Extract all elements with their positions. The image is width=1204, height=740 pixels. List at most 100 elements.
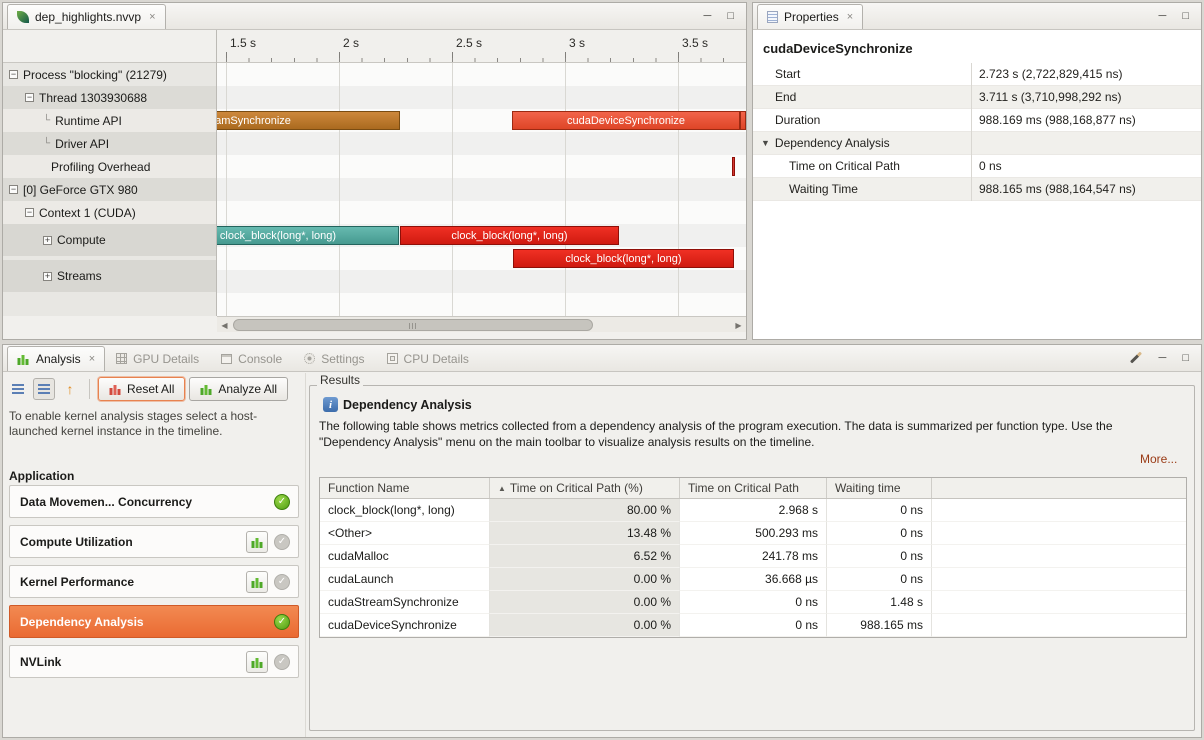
- analyze-icon: [200, 383, 213, 395]
- maximize-icon[interactable]: □: [727, 9, 734, 23]
- cell-filler: [932, 591, 1186, 614]
- cell-waiting-time: 0 ns: [827, 499, 932, 522]
- table-row[interactable]: cudaStreamSynchronize 0.00 % 0 ns 1.48 s: [320, 591, 1186, 614]
- tab-gpu-details[interactable]: GPU Details: [105, 346, 210, 371]
- chart-bars-icon: [251, 576, 264, 588]
- cell-function-name: <Other>: [320, 522, 490, 545]
- column-header-critical-path-time[interactable]: Time on Critical Path: [680, 478, 827, 498]
- table-row[interactable]: cudaDeviceSynchronize 0.00 % 0 ns 988.16…: [320, 614, 1186, 637]
- property-label: Time on Critical Path: [753, 159, 971, 173]
- reset-all-button[interactable]: Reset All: [98, 377, 185, 401]
- minimize-icon[interactable]: ─: [704, 9, 712, 23]
- property-row-dependency-analysis[interactable]: ▼ Dependency Analysis: [753, 132, 1201, 155]
- tab-timeline-file[interactable]: dep_highlights.nvvp ×: [7, 4, 166, 29]
- run-stage-analysis-button[interactable]: [246, 571, 268, 593]
- stage-pending-icon: ✓: [274, 654, 290, 670]
- table-row[interactable]: cudaLaunch 0.00 % 36.668 µs 0 ns: [320, 568, 1186, 591]
- cell-function-name: cudaStreamSynchronize: [320, 591, 490, 614]
- expanded-triangle-icon[interactable]: ▼: [761, 138, 770, 148]
- stage-kernel-performance[interactable]: Kernel Performance ✓: [9, 565, 299, 598]
- timeline-window-buttons: ─ □: [704, 9, 734, 23]
- timeline-bar-clock-block-red-2[interactable]: clock_block(long*, long): [513, 249, 734, 268]
- timeline-canvas[interactable]: cudaStreamSynchronize cudaDeviceSynchron…: [217, 63, 746, 316]
- timeline-bar-clock-block-teal[interactable]: clock_block(long*, long): [217, 226, 399, 245]
- property-value: 988.165 ms (988,164,547 ns): [971, 182, 1136, 196]
- property-row[interactable]: Time on Critical Path 0 ns: [753, 155, 1201, 178]
- timeline-bar-cudadevicesynchronize[interactable]: cudaDeviceSynchronize: [512, 111, 740, 130]
- cell-filler: [932, 499, 1186, 522]
- tab-analysis[interactable]: Analysis ×: [7, 346, 105, 371]
- timeline-bar-profiling-overhead[interactable]: [732, 157, 735, 176]
- tree-label: Compute: [57, 233, 106, 247]
- tab-properties[interactable]: Properties ×: [757, 4, 863, 29]
- stage-nvlink[interactable]: NVLink ✓: [9, 645, 299, 678]
- tree-row-process[interactable]: − Process "blocking" (21279): [3, 63, 216, 86]
- property-label: Duration: [753, 113, 971, 127]
- timeline-bar-cudadevicesynchronize-sliver[interactable]: [740, 111, 746, 130]
- collapse-icon[interactable]: −: [9, 185, 18, 194]
- property-label: End: [753, 90, 971, 104]
- expand-icon[interactable]: +: [43, 272, 52, 281]
- minimize-icon[interactable]: ─: [1159, 351, 1167, 365]
- timeline-bar-clock-block-red-1[interactable]: clock_block(long*, long): [400, 226, 619, 245]
- run-stage-analysis-button[interactable]: [246, 531, 268, 553]
- tab-label: Properties: [784, 10, 839, 24]
- close-icon[interactable]: ×: [149, 11, 155, 23]
- stage-pending-icon: ✓: [274, 534, 290, 550]
- property-value: 988.169 ms (988,168,877 ns): [971, 113, 1136, 127]
- timeline-bar-cudastreamsynchronize[interactable]: cudaStreamSynchronize: [217, 111, 400, 130]
- stage-list-view-icon[interactable]: [7, 378, 29, 400]
- column-header-function-name[interactable]: Function Name: [320, 478, 490, 498]
- property-row[interactable]: Duration 988.169 ms (988,168,877 ns): [753, 109, 1201, 132]
- tab-cpu-details[interactable]: CPU Details: [376, 346, 480, 371]
- cell-waiting-time: 1.48 s: [827, 591, 932, 614]
- tree-row-streams[interactable]: + Streams: [3, 260, 216, 292]
- close-icon[interactable]: ×: [847, 11, 853, 23]
- scrollbar-thumb[interactable]: [233, 319, 593, 331]
- tree-row-gpu[interactable]: − [0] GeForce GTX 980: [3, 178, 216, 201]
- maximize-icon[interactable]: □: [1182, 351, 1189, 365]
- tab-settings[interactable]: Settings: [293, 346, 375, 371]
- table-row[interactable]: <Other> 13.48 % 500.293 ms 0 ns: [320, 522, 1186, 545]
- expand-icon[interactable]: +: [43, 236, 52, 245]
- tree-row-driver-api[interactable]: └ Driver API: [3, 132, 216, 155]
- tree-row-context[interactable]: − Context 1 (CUDA): [3, 201, 216, 224]
- analyze-all-button[interactable]: Analyze All: [189, 377, 288, 401]
- property-label: Waiting Time: [753, 182, 971, 196]
- close-icon[interactable]: ×: [89, 353, 95, 365]
- collapse-icon[interactable]: −: [25, 208, 34, 217]
- guided-analysis-view-icon[interactable]: [33, 378, 55, 400]
- table-row[interactable]: clock_block(long*, long) 80.00 % 2.968 s…: [320, 499, 1186, 522]
- column-header-critical-path-pct[interactable]: ▲ Time on Critical Path (%): [490, 478, 680, 498]
- timeline-hscrollbar[interactable]: ◀ ▶: [217, 316, 746, 332]
- panel-sash[interactable]: [305, 373, 306, 737]
- back-up-icon[interactable]: ↑: [59, 378, 81, 400]
- tab-console[interactable]: Console: [210, 346, 293, 371]
- maximize-icon[interactable]: □: [1182, 9, 1189, 23]
- property-row[interactable]: End 3.711 s (3,710,998,292 ns): [753, 86, 1201, 109]
- collapse-icon[interactable]: −: [25, 93, 34, 102]
- tree-row-thread[interactable]: − Thread 1303930688: [3, 86, 216, 109]
- minimize-icon[interactable]: ─: [1159, 9, 1167, 23]
- collapse-icon[interactable]: −: [9, 70, 18, 79]
- view-menu-pencil-icon[interactable]: [1130, 351, 1142, 363]
- tree-row-compute[interactable]: + Compute: [3, 224, 216, 256]
- tab-label: Analysis: [36, 352, 81, 366]
- scroll-left-icon[interactable]: ◀: [218, 319, 231, 331]
- stage-data-movement-concurrency[interactable]: Data Movemen... Concurrency ✓: [9, 485, 299, 518]
- scroll-right-icon[interactable]: ▶: [732, 319, 745, 331]
- run-stage-analysis-button[interactable]: [246, 651, 268, 673]
- stage-dependency-analysis[interactable]: Dependency Analysis ✓: [9, 605, 299, 638]
- table-row[interactable]: cudaMalloc 6.52 % 241.78 ms 0 ns: [320, 545, 1186, 568]
- cell-waiting-time: 988.165 ms: [827, 614, 932, 637]
- tree-row-profiling-overhead[interactable]: Profiling Overhead: [3, 155, 216, 178]
- bar-label: clock_block(long*, long): [565, 253, 681, 265]
- stage-compute-utilization[interactable]: Compute Utilization ✓: [9, 525, 299, 558]
- property-row[interactable]: Waiting Time 988.165 ms (988,164,547 ns): [753, 178, 1201, 201]
- property-row[interactable]: Start 2.723 s (2,722,829,415 ns): [753, 63, 1201, 86]
- analysis-window-buttons: ─ □: [1129, 351, 1189, 365]
- more-link[interactable]: More...: [1140, 452, 1177, 466]
- info-icon: i: [323, 397, 338, 412]
- tree-row-runtime-api[interactable]: └ Runtime API: [3, 109, 216, 132]
- column-header-waiting-time[interactable]: Waiting time: [827, 478, 932, 498]
